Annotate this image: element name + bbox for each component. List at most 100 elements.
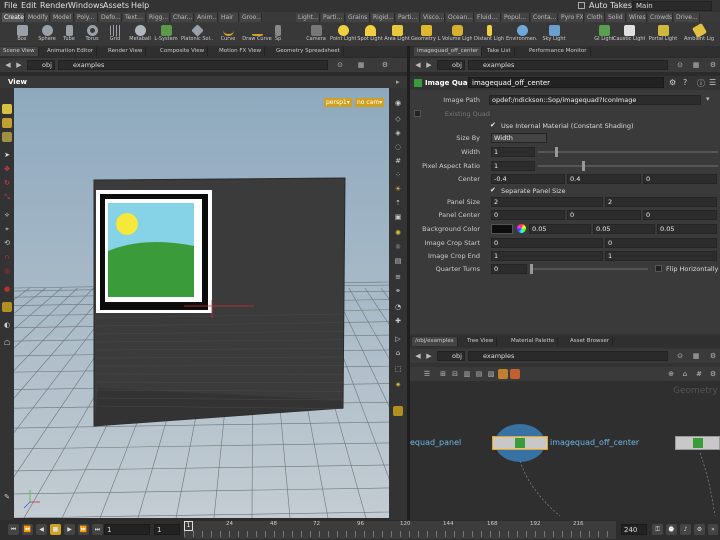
shelf-tab-particle-fluids[interactable]: Parti... bbox=[396, 13, 420, 22]
tab-parameters[interactable]: imagequad_off_center bbox=[414, 47, 483, 56]
pixel-aspect-slider-track[interactable] bbox=[538, 165, 718, 167]
back-arrow-icon[interactable]: ◀ bbox=[3, 60, 13, 70]
tool-spot-light[interactable]: Spot Light bbox=[357, 23, 383, 46]
realtime-icon[interactable]: ⌚ bbox=[666, 524, 677, 535]
params-menu-icon[interactable]: ⚙ bbox=[708, 60, 718, 70]
play-icon[interactable]: ▶ bbox=[64, 524, 75, 535]
lasso-icon[interactable] bbox=[2, 302, 12, 312]
shelf-tab-modify[interactable]: Modify bbox=[26, 13, 50, 22]
color-swatch[interactable] bbox=[491, 224, 513, 234]
shelf-tab-grooming[interactable]: Groo... bbox=[240, 13, 262, 22]
handle-tool-icon[interactable] bbox=[2, 132, 12, 142]
points-icon[interactable]: ⁘ bbox=[393, 170, 403, 180]
net-shape-icon[interactable] bbox=[510, 369, 520, 379]
marker-icon[interactable]: ✚ bbox=[393, 316, 403, 326]
flipbook-icon[interactable]: ▷ bbox=[393, 334, 403, 344]
bg-color-b-field[interactable]: 0.05 bbox=[657, 224, 717, 234]
forward-arrow-icon[interactable]: ▶ bbox=[14, 60, 24, 70]
go-to-end-icon[interactable]: ⏭ bbox=[92, 524, 103, 535]
camera-menu[interactable]: persp1▾ bbox=[324, 98, 352, 107]
tab-material-palette[interactable]: Material Palette bbox=[508, 337, 559, 346]
params-pin-icon[interactable]: ⊙ bbox=[675, 60, 685, 70]
panel-size-y-field[interactable]: 2 bbox=[605, 197, 717, 207]
magnet-icon[interactable]: ∩ bbox=[2, 252, 12, 262]
template-icon[interactable]: ▣ bbox=[393, 212, 403, 222]
net-list-icon[interactable]: ☰ bbox=[422, 369, 432, 379]
panel-center-x-field[interactable]: 0 bbox=[491, 210, 565, 220]
network-canvas[interactable]: Geometry equad_panel imagequad_off_cente… bbox=[410, 381, 720, 520]
viewer-context-field[interactable]: obj bbox=[27, 60, 55, 70]
layout-icon[interactable]: ▦ bbox=[356, 60, 366, 70]
shelf-tab-particles[interactable]: Parti... bbox=[321, 13, 345, 22]
center-z-field[interactable]: 0 bbox=[643, 174, 717, 184]
tool-metaball[interactable]: Metaball bbox=[127, 23, 153, 46]
node-label-left[interactable]: equad_panel bbox=[410, 438, 461, 447]
crop-start-y-field[interactable]: 0 bbox=[605, 238, 717, 248]
step-back-icon[interactable]: ⏪ bbox=[22, 524, 33, 535]
scene-viewport[interactable]: persp1▾ no cam▾ bbox=[14, 88, 389, 518]
shelf-tab-viscous[interactable]: Visco... bbox=[421, 13, 445, 22]
shelf-tab-grains[interactable]: Grains bbox=[346, 13, 370, 22]
lighting-icon[interactable]: ✺ bbox=[393, 228, 403, 238]
view-icon[interactable]: ⌖ bbox=[2, 224, 12, 234]
no-cam-menu[interactable]: no cam▾ bbox=[355, 98, 385, 107]
shelf-tab-pyro[interactable]: Pyro FX bbox=[559, 13, 584, 22]
display-icon[interactable]: ◐ bbox=[2, 320, 12, 330]
step-forward-icon[interactable]: ⏩ bbox=[78, 524, 89, 535]
play-reverse-icon[interactable]: ◀ bbox=[36, 524, 47, 535]
audio-icon[interactable]: ♪ bbox=[680, 524, 691, 535]
pin-icon[interactable]: ⊙ bbox=[335, 60, 345, 70]
use-internal-checkbox[interactable]: ✔ bbox=[490, 122, 497, 129]
params-path-field[interactable]: examples bbox=[468, 60, 668, 70]
go-to-start-icon[interactable]: ⏮ bbox=[8, 524, 19, 535]
node-name-field[interactable]: imagequad_off_center bbox=[468, 77, 664, 88]
net-snap-icon[interactable]: ⊟ bbox=[450, 369, 460, 379]
snap-icon[interactable]: ◎ bbox=[2, 266, 12, 276]
net-home-icon[interactable]: ⌂ bbox=[680, 369, 690, 379]
shelf-tab-solid[interactable]: Solid bbox=[606, 13, 626, 22]
translate-icon[interactable]: ✥ bbox=[2, 164, 12, 174]
shelf-tab-rigid[interactable]: Rigid... bbox=[371, 13, 395, 22]
start-frame-field[interactable]: 1 bbox=[154, 524, 180, 535]
playhead[interactable]: 1 bbox=[184, 521, 193, 531]
separate-panel-checkbox[interactable]: ✔ bbox=[490, 187, 497, 194]
shelf-tab-poly[interactable]: Poly... bbox=[75, 13, 98, 22]
menu-assets[interactable]: Assets bbox=[103, 1, 129, 10]
tab-performance-monitor[interactable]: Performance Monitor bbox=[526, 47, 591, 56]
tool-camera[interactable]: Camera bbox=[303, 23, 329, 46]
rotate-icon[interactable]: ↻ bbox=[2, 178, 12, 188]
params-options-icon[interactable]: ☰ bbox=[709, 78, 716, 87]
bg-color-r-field[interactable]: 0.05 bbox=[529, 224, 591, 234]
flip-horizontally-checkbox[interactable] bbox=[655, 265, 662, 272]
center-x-field[interactable]: -0.4 bbox=[491, 174, 565, 184]
net-layout-icon[interactable]: ▦ bbox=[691, 351, 701, 361]
net-zoom-icon[interactable]: ⊕ bbox=[666, 369, 676, 379]
shelf-tab-deform[interactable]: Defo... bbox=[99, 13, 122, 22]
viewer-path-field[interactable]: examples bbox=[58, 60, 328, 70]
net-back-icon[interactable]: ◀ bbox=[413, 351, 423, 361]
tool-geometry-light[interactable]: Geometry L... bbox=[411, 23, 441, 46]
select-tool-icon[interactable] bbox=[2, 104, 12, 114]
tool-distant-light[interactable]: Distant Light bbox=[474, 23, 504, 46]
desktop-select[interactable]: Main bbox=[632, 1, 712, 11]
tab-obj-examples[interactable]: /obj/examples bbox=[412, 337, 458, 346]
menu-edit[interactable]: Edit bbox=[21, 1, 37, 10]
tool-ambient-light[interactable]: Ambient Lig bbox=[680, 22, 718, 46]
net-pin-icon[interactable]: ⊙ bbox=[675, 351, 685, 361]
image-path-field[interactable]: opdef:/ndickson::Sop/imagequad?IconImage bbox=[489, 95, 701, 105]
width-slider-track[interactable] bbox=[538, 151, 718, 153]
arrow-tool-icon[interactable]: ➤ bbox=[2, 150, 12, 160]
color-wheel-icon[interactable] bbox=[517, 224, 526, 233]
ghost-icon[interactable]: ◌ bbox=[393, 142, 403, 152]
tool-caustic-light[interactable]: Caustic Light bbox=[613, 23, 645, 46]
params-back-icon[interactable]: ◀ bbox=[413, 60, 423, 70]
shelf-tab-wires[interactable]: Wires bbox=[627, 13, 647, 22]
tab-take-list[interactable]: Take List bbox=[484, 47, 515, 56]
camera-view-icon[interactable]: ⌂ bbox=[393, 348, 403, 358]
tool-lsystem[interactable]: L-System bbox=[153, 23, 179, 46]
pixel-aspect-field[interactable]: 1 bbox=[491, 161, 535, 171]
net-tree-icon[interactable]: ⊞ bbox=[438, 369, 448, 379]
net-sticky-icon[interactable]: ▧ bbox=[486, 369, 496, 379]
net-forward-icon[interactable]: ▶ bbox=[424, 351, 434, 361]
width-field[interactable]: 1 bbox=[491, 147, 535, 157]
